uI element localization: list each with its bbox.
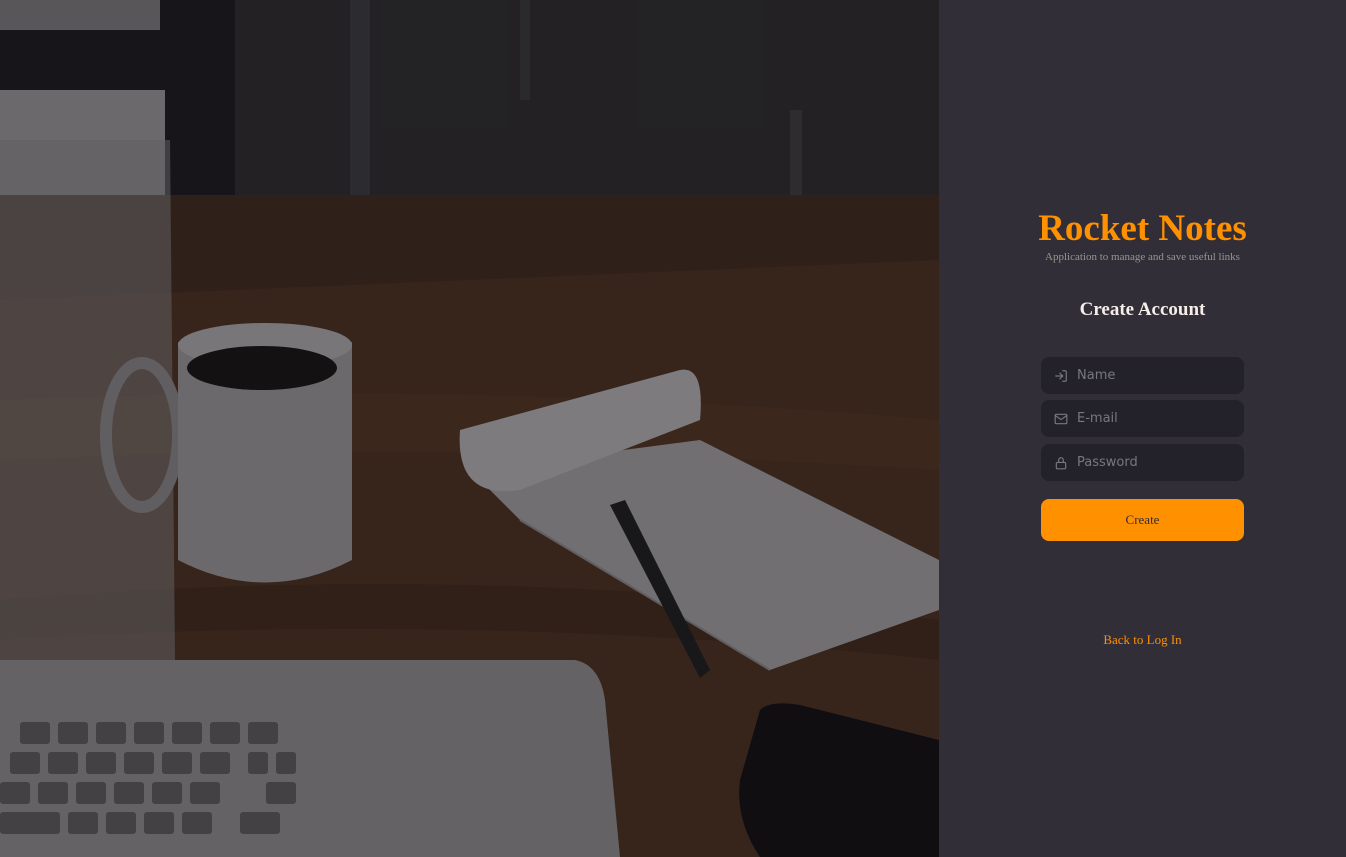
lock-icon xyxy=(1053,455,1069,471)
name-input[interactable] xyxy=(1077,368,1237,383)
photo-dark-overlay xyxy=(0,0,939,857)
log-in-icon xyxy=(1053,368,1069,384)
signup-form-panel: Rocket Notes Application to manage and s… xyxy=(939,0,1346,857)
create-button[interactable]: Create xyxy=(1041,499,1244,541)
signup-page: Rocket Notes Application to manage and s… xyxy=(0,0,1346,857)
brand-title: Rocket Notes xyxy=(1038,208,1247,249)
back-to-login-link[interactable]: Back to Log In xyxy=(939,632,1346,648)
form-heading: Create Account xyxy=(1079,299,1206,320)
name-field[interactable] xyxy=(1041,357,1244,394)
password-input[interactable] xyxy=(1077,455,1237,470)
brand-subtitle: Application to manage and save useful li… xyxy=(1045,251,1240,263)
password-field[interactable] xyxy=(1041,444,1244,481)
background-photo xyxy=(0,0,939,857)
mail-icon xyxy=(1053,411,1069,427)
email-field[interactable] xyxy=(1041,400,1244,437)
email-input[interactable] xyxy=(1077,411,1237,426)
